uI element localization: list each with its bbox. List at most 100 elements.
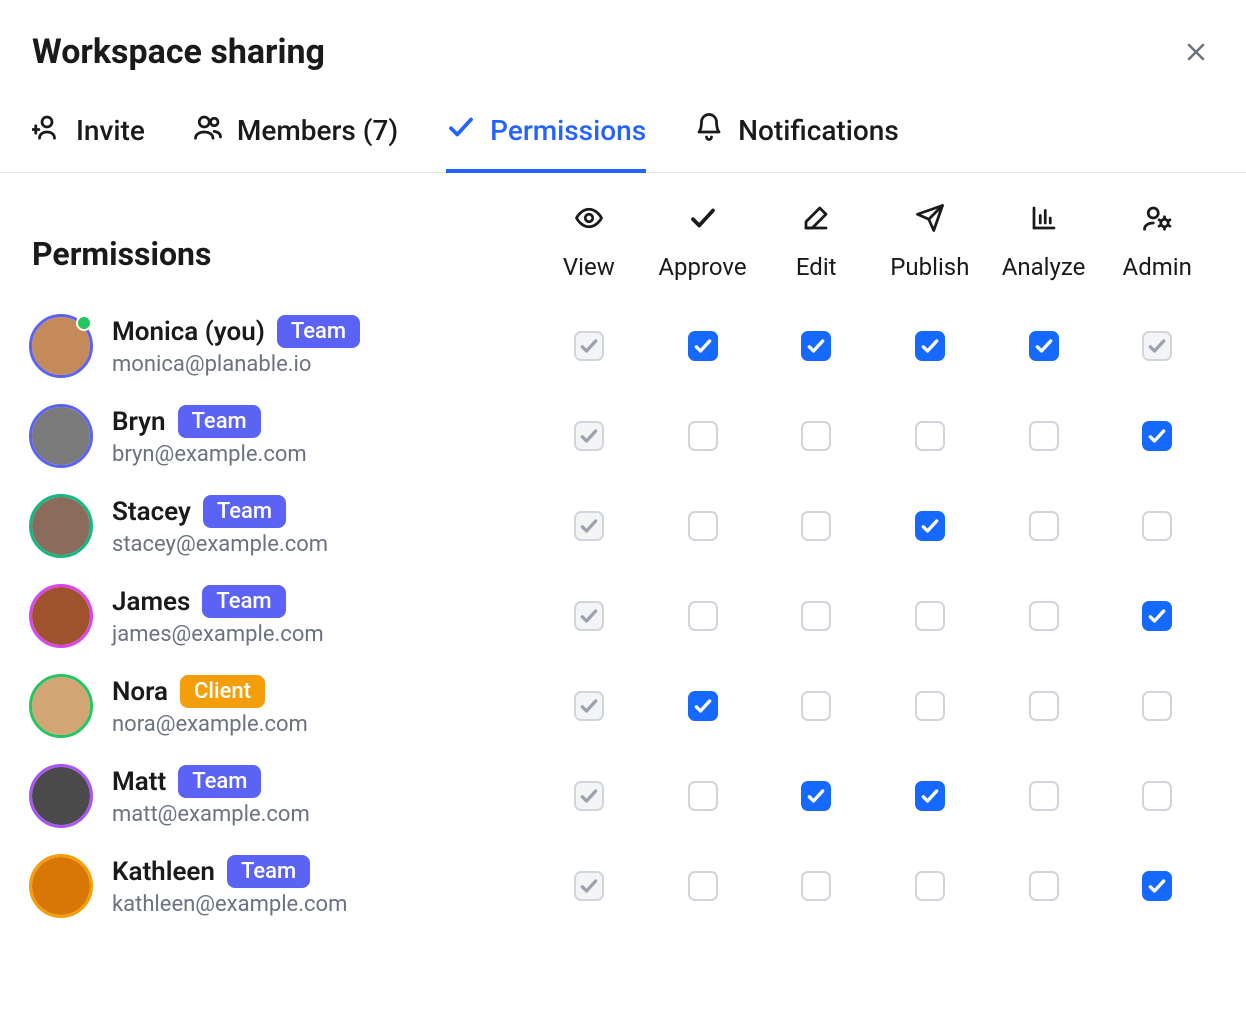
role-badge: Team [227, 855, 310, 888]
perm-col-label: Publish [890, 253, 969, 281]
user-name: James [112, 587, 190, 617]
user-meta: KathleenTeamkathleen@example.com [112, 855, 347, 917]
checkbox-analyze[interactable] [1029, 781, 1059, 811]
checkbox-approve[interactable] [688, 871, 718, 901]
checkbox-analyze[interactable] [1029, 871, 1059, 901]
checkbox-analyze[interactable] [1029, 421, 1059, 451]
checkbox-view [574, 511, 604, 541]
check-cell-approve [646, 871, 760, 901]
check-cells [532, 601, 1214, 631]
checkbox-publish[interactable] [915, 781, 945, 811]
checkbox-view [574, 601, 604, 631]
permissions-section: Permissions ViewApproveEditPublishAnalyz… [32, 203, 1214, 931]
avatar-wrap [32, 677, 90, 735]
checkbox-publish[interactable] [915, 511, 945, 541]
user-cell: Monica (you)Teammonica@planable.io [32, 315, 532, 377]
checkbox-view [574, 421, 604, 451]
role-badge: Team [178, 405, 261, 438]
check-cell-view [532, 871, 646, 901]
checkbox-publish[interactable] [915, 421, 945, 451]
user-name-line: BrynTeam [112, 405, 307, 438]
role-badge: Team [277, 315, 360, 348]
checkbox-admin[interactable] [1142, 421, 1172, 451]
checkbox-edit[interactable] [801, 601, 831, 631]
checkbox-approve[interactable] [688, 691, 718, 721]
modal-title: Workspace sharing [32, 32, 325, 72]
close-button[interactable] [1178, 34, 1214, 70]
checkbox-analyze[interactable] [1029, 511, 1059, 541]
user-cell: KathleenTeamkathleen@example.com [32, 855, 532, 917]
check-cell-analyze [987, 601, 1101, 631]
check-cell-publish [873, 601, 987, 631]
check-cell-publish [873, 511, 987, 541]
checkbox-edit[interactable] [801, 331, 831, 361]
check-cell-approve [646, 331, 760, 361]
close-icon [1184, 40, 1208, 64]
tab-permissions[interactable]: Permissions [446, 112, 646, 173]
checkbox-publish[interactable] [915, 871, 945, 901]
check-cell-admin [1100, 511, 1214, 541]
check-cells [532, 691, 1214, 721]
user-name-line: MattTeam [112, 765, 310, 798]
tab-members[interactable]: Members (7) [193, 112, 398, 173]
perm-row: StaceyTeamstacey@example.com [32, 481, 1214, 571]
check-cell-approve [646, 781, 760, 811]
check-cell-publish [873, 331, 987, 361]
check-cell-view [532, 421, 646, 451]
check-cell-admin [1100, 331, 1214, 361]
checkbox-approve[interactable] [688, 421, 718, 451]
checkbox-publish[interactable] [915, 691, 945, 721]
checkbox-analyze[interactable] [1029, 331, 1059, 361]
avatar-ring [29, 674, 93, 738]
permissions-grid-header: Permissions ViewApproveEditPublishAnalyz… [32, 203, 1214, 281]
user-name-line: Monica (you)Team [112, 315, 360, 348]
user-email: matt@example.com [112, 802, 310, 827]
checkbox-approve[interactable] [688, 601, 718, 631]
checkbox-admin[interactable] [1142, 781, 1172, 811]
role-badge: Team [203, 495, 286, 528]
checkbox-analyze[interactable] [1029, 691, 1059, 721]
tab-invite[interactable]: Invite [32, 112, 145, 173]
send-icon [915, 203, 945, 239]
check-cell-edit [759, 601, 873, 631]
checkbox-approve[interactable] [688, 511, 718, 541]
check-cell-view [532, 601, 646, 631]
checkbox-admin[interactable] [1142, 871, 1172, 901]
checkbox-publish[interactable] [915, 601, 945, 631]
check-cell-approve [646, 601, 760, 631]
checkbox-analyze[interactable] [1029, 601, 1059, 631]
perm-col-label: Edit [796, 253, 837, 281]
checkbox-admin[interactable] [1142, 511, 1172, 541]
checkbox-edit[interactable] [801, 781, 831, 811]
checkbox-admin[interactable] [1142, 601, 1172, 631]
check-cell-publish [873, 781, 987, 811]
checkbox-edit[interactable] [801, 691, 831, 721]
checkbox-edit[interactable] [801, 871, 831, 901]
user-name-line: NoraClient [112, 675, 308, 708]
checkbox-admin[interactable] [1142, 691, 1172, 721]
checkbox-approve[interactable] [688, 331, 718, 361]
checkbox-publish[interactable] [915, 331, 945, 361]
check-cells [532, 781, 1214, 811]
check-cell-analyze [987, 691, 1101, 721]
perm-row: NoraClient nora@example.com [32, 661, 1214, 751]
role-badge: Team [178, 765, 261, 798]
checkbox-view [574, 691, 604, 721]
checkbox-approve[interactable] [688, 781, 718, 811]
check-cell-view [532, 691, 646, 721]
check-icon [688, 203, 718, 239]
user-cell: BrynTeambryn@example.com [32, 405, 532, 467]
avatar-ring [29, 764, 93, 828]
checkbox-view [574, 871, 604, 901]
user-email: nora@example.com [112, 712, 308, 737]
check-cell-view [532, 511, 646, 541]
perm-row: Monica (you)Teammonica@planable.io [32, 301, 1214, 391]
checkbox-edit[interactable] [801, 421, 831, 451]
tab-notifications[interactable]: Notifications [694, 112, 899, 173]
check-cell-admin [1100, 871, 1214, 901]
permission-rows: Monica (you)Teammonica@planable.io BrynTe… [32, 301, 1214, 931]
user-cell: MattTeam matt@example.com [32, 765, 532, 827]
user-name: Kathleen [112, 857, 215, 887]
checkbox-edit[interactable] [801, 511, 831, 541]
user-plus-icon [32, 112, 62, 149]
